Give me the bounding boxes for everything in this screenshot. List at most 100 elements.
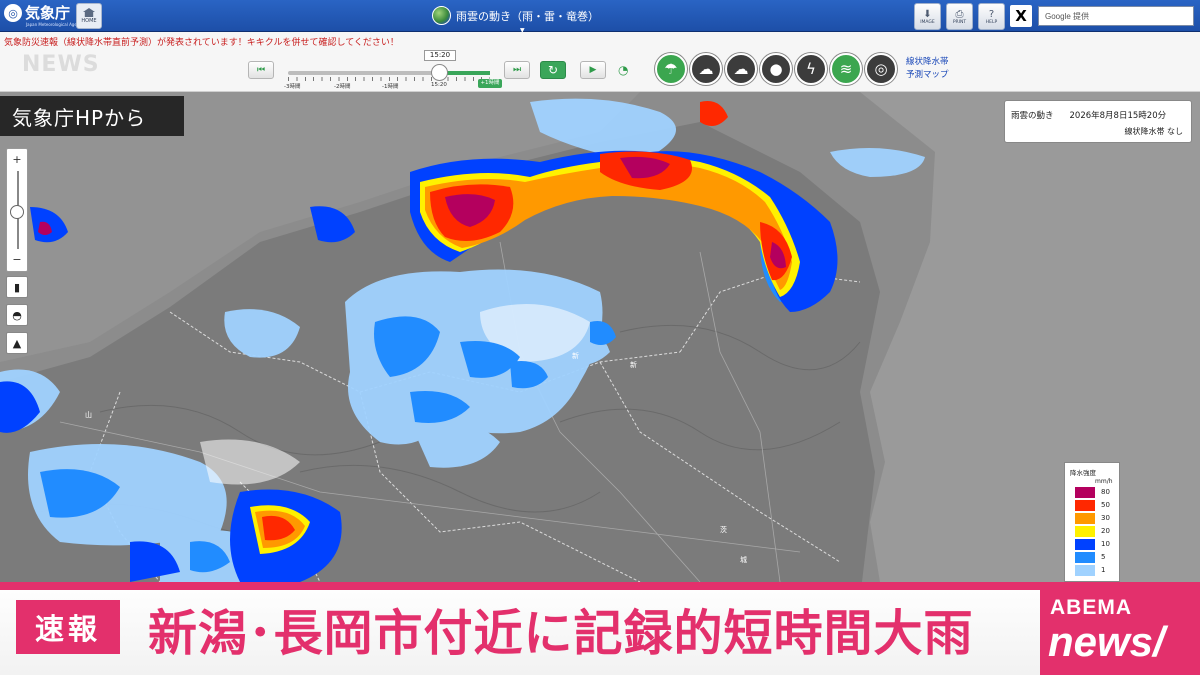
- legend-value: 5: [1101, 553, 1106, 561]
- jma-logo-text: 気象庁: [25, 4, 71, 22]
- skip-forward-button[interactable]: ⏭: [504, 61, 530, 79]
- legend-value: 1: [1101, 566, 1106, 574]
- wind-icon: ≋: [839, 60, 853, 78]
- legend-value: 10: [1101, 540, 1110, 548]
- play-icon: ▶: [589, 65, 597, 75]
- legend-swatch: [1075, 500, 1095, 511]
- skip-forward-icon: ⏭: [512, 65, 522, 75]
- minus-icon: −: [12, 253, 22, 266]
- map-canvas: 新 新 山 茨 城: [0, 92, 1200, 582]
- layer-tornado-cloud-button[interactable]: ☁: [725, 53, 757, 85]
- legend-unit: mm/h: [1095, 478, 1113, 485]
- layer-wind-button[interactable]: ≋: [830, 53, 862, 85]
- skip-back-button[interactable]: ⏮: [248, 61, 274, 79]
- image-button-label: IMAGE: [920, 19, 935, 25]
- help-button-label: HELP: [985, 19, 998, 25]
- abema-logo-bottom: news/: [1048, 618, 1165, 665]
- map-icon: ▮: [13, 280, 21, 294]
- thunder-cloud-icon: ☁: [698, 60, 714, 78]
- legend-value: 80: [1101, 488, 1110, 496]
- linear-rainband-link[interactable]: 線状降水帯: [906, 56, 949, 69]
- tornado-cloud-icon: ☁: [733, 60, 749, 78]
- svg-text:茨: 茨: [720, 525, 727, 534]
- map-info-title: 雨雲の動き: [1011, 111, 1054, 121]
- jma-logo[interactable]: ◎ 気象庁 Japan Meteorological Agency: [4, 4, 84, 27]
- legend-value: 30: [1101, 514, 1110, 522]
- legend-swatch: [1075, 565, 1095, 576]
- tick-label: 15:20: [431, 82, 447, 88]
- zoom-in-button[interactable]: +: [7, 153, 27, 167]
- linear-rainband-links: 線状降水帯 予測マップ: [906, 56, 949, 82]
- legend-row: 20: [1075, 526, 1123, 537]
- news-watermark: NEWS: [22, 52, 100, 77]
- svg-text:山: 山: [85, 410, 92, 419]
- time-slider-handle[interactable]: [431, 64, 448, 81]
- globe-icon: [432, 6, 451, 25]
- search-input[interactable]: Google 提供: [1038, 6, 1194, 26]
- map-info-timestamp: 2026年8月8日15時20分: [1069, 111, 1167, 121]
- forecast-label: +1時間: [478, 79, 502, 88]
- control-bar: 気象防災速報（線状降水帯直前予測）が発表されています！キキクルを併せて確認してく…: [0, 32, 1200, 92]
- news-ticker: 速報 新潟･長岡市付近に記録的短時間大雨: [0, 582, 1200, 675]
- terrain-layer-button[interactable]: ▲: [6, 332, 28, 354]
- lightning-icon: ϟ: [806, 60, 816, 78]
- layer-thunder-cloud-button[interactable]: ☁: [690, 53, 722, 85]
- zoom-out-button[interactable]: −: [7, 253, 27, 267]
- help-icon: ?: [988, 8, 995, 20]
- rain-cloud-icon: ☂: [664, 60, 678, 78]
- legend-value: 50: [1101, 501, 1110, 509]
- print-icon: ⎙: [955, 8, 964, 20]
- legend-value: 20: [1101, 527, 1110, 535]
- map-layer-button[interactable]: ▮: [6, 276, 28, 298]
- legend-swatch: [1075, 513, 1095, 524]
- x-share-button[interactable]: X: [1010, 5, 1032, 27]
- raindrop-icon: ●: [769, 60, 783, 78]
- legend-swatch: [1075, 539, 1095, 550]
- legend-row: 10: [1075, 539, 1123, 550]
- warning-banner[interactable]: 気象防災速報（線状降水帯直前予測）が発表されています！キキクルを併せて確認してく…: [4, 35, 399, 48]
- play-button[interactable]: ▶: [580, 61, 606, 79]
- map-info-title-row: 雨雲の動き 2026年8月8日15時20分: [1011, 109, 1166, 121]
- reload-icon: ↻: [547, 63, 559, 77]
- breaking-badge: 速報: [16, 600, 120, 654]
- legend-title: 降水強度: [1070, 469, 1096, 477]
- map-info-status: 線状降水帯 なし: [1124, 127, 1183, 136]
- layer-raindrop-button[interactable]: ●: [760, 53, 792, 85]
- legend-row: 30: [1075, 513, 1123, 524]
- print-button-label: PRINT: [952, 19, 967, 25]
- reload-button[interactable]: ↻: [540, 61, 566, 79]
- skip-back-icon: ⏮: [256, 65, 266, 75]
- drop-icon: ◓: [12, 308, 22, 322]
- legend-row: 80: [1075, 487, 1123, 498]
- page-title-selector[interactable]: 雨雲の動き（雨・雷・竜巻） ▼: [432, 6, 599, 34]
- hazard-layer-button[interactable]: ◓: [6, 304, 28, 326]
- map-info-box: 雨雲の動き 2026年8月8日15時20分 線状降水帯 なし: [1004, 100, 1192, 143]
- svg-text:新: 新: [630, 360, 637, 369]
- precipitation-legend: 降水強度 mm/h 80 50 30 20 10 5 1: [1064, 462, 1120, 582]
- tick-label: -3時間: [284, 84, 301, 90]
- legend-swatch: [1075, 487, 1095, 498]
- layer-lightning-button[interactable]: ϟ: [795, 53, 827, 85]
- svg-text:新: 新: [572, 351, 579, 360]
- zoom-slider-handle[interactable]: [10, 205, 24, 219]
- rain-radar-map[interactable]: 新 新 山 茨 城: [0, 92, 1200, 582]
- time-slider-ticks: [288, 77, 490, 81]
- headline: 新潟･長岡市付近に記録的短時間大雨: [148, 605, 974, 662]
- layer-radar-button[interactable]: ◎: [865, 53, 897, 85]
- plus-icon: +: [12, 153, 22, 166]
- current-time-label: 15:20: [424, 50, 456, 61]
- svg-text:城: 城: [740, 556, 747, 564]
- forecast-map-link[interactable]: 予測マップ: [906, 69, 949, 82]
- layer-rain-cloud-button[interactable]: ☂: [655, 53, 687, 85]
- legend-row: 1: [1075, 565, 1123, 576]
- help-button[interactable]: ? HELP: [978, 3, 1005, 30]
- top-header-bar: ◎ 気象庁 Japan Meteorological Agency HOME 雨…: [0, 0, 1200, 34]
- speed-gauge-icon[interactable]: ◔: [618, 63, 628, 77]
- ticker-accent-line: [0, 582, 1200, 590]
- source-badge: 気象庁HPから: [0, 96, 184, 136]
- home-button[interactable]: HOME: [76, 3, 102, 29]
- zoom-control[interactable]: + −: [6, 148, 28, 272]
- legend-row: 5: [1075, 552, 1123, 563]
- image-button[interactable]: ⬇ IMAGE: [914, 3, 941, 30]
- print-button[interactable]: ⎙ PRINT: [946, 3, 973, 30]
